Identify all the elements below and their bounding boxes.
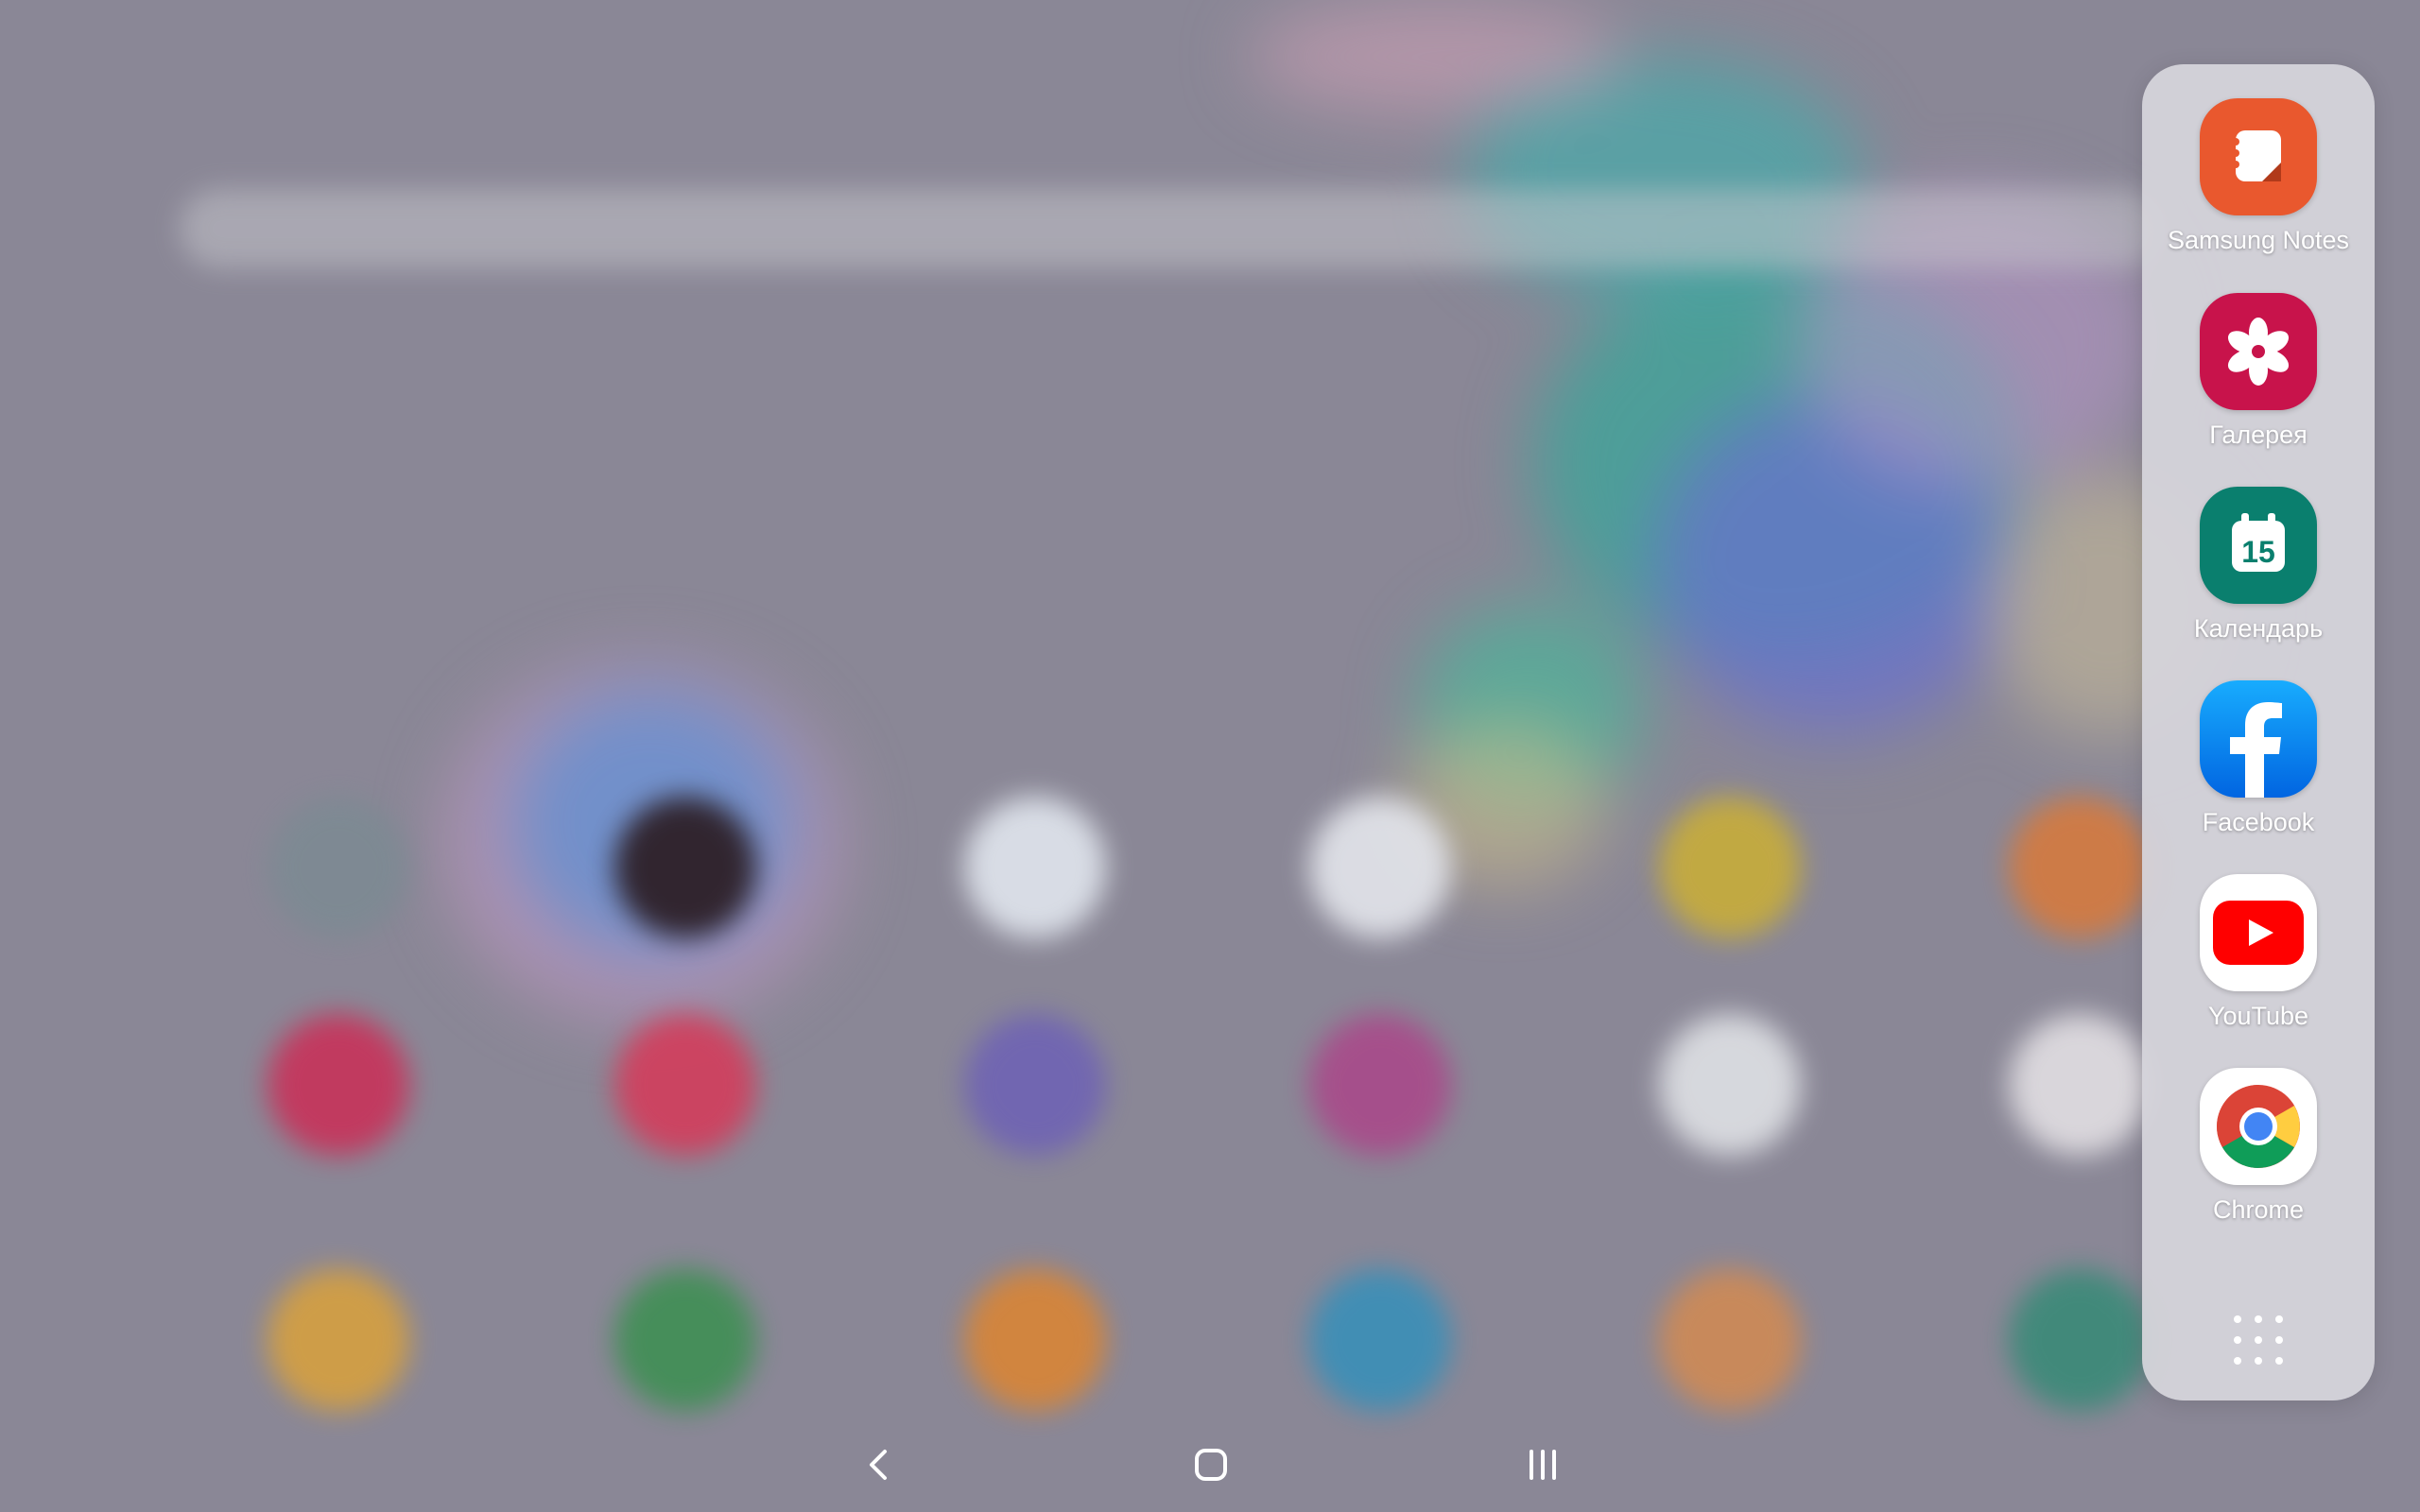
app-label: Samsung Notes — [2167, 226, 2350, 254]
home-button[interactable] — [1154, 1418, 1268, 1512]
recents-button[interactable] — [1486, 1418, 1599, 1512]
search-bar — [180, 189, 2165, 268]
app-label: Chrome — [2212, 1195, 2305, 1224]
chrome-icon — [2200, 1068, 2317, 1185]
navigation-bar — [0, 1418, 2420, 1512]
app-youtube[interactable]: YouTube — [2142, 874, 2375, 1031]
home-icon — [1195, 1449, 1227, 1481]
home-screen: Samsung Notes Галерея 15 Календарь Faceb… — [0, 0, 2420, 1512]
recents-icon — [1530, 1450, 1556, 1480]
calendar-icon: 15 — [2200, 487, 2317, 604]
app-gallery[interactable]: Галерея — [2142, 293, 2375, 450]
all-apps-button[interactable] — [2211, 1293, 2306, 1387]
samsung-notes-icon — [2200, 98, 2317, 215]
app-label: YouTube — [2207, 1002, 2309, 1030]
app-label: Календарь — [2193, 614, 2324, 643]
back-button[interactable] — [822, 1418, 936, 1512]
app-chrome[interactable]: Chrome — [2142, 1068, 2375, 1225]
app-facebook[interactable]: Facebook — [2142, 680, 2375, 837]
gallery-icon — [2200, 293, 2317, 410]
app-label: Галерея — [2209, 421, 2308, 449]
app-samsung-notes[interactable]: Samsung Notes — [2142, 98, 2375, 255]
apps-grid-icon — [2234, 1315, 2283, 1365]
back-icon — [870, 1450, 887, 1480]
edge-panel: Samsung Notes Галерея 15 Календарь Faceb… — [2142, 64, 2375, 1400]
youtube-icon — [2200, 874, 2317, 991]
blurred-home-content — [0, 0, 2420, 1512]
app-label: Facebook — [2202, 808, 2315, 836]
facebook-icon — [2200, 680, 2317, 798]
app-calendar[interactable]: 15 Календарь — [2142, 487, 2375, 644]
calendar-day: 15 — [2241, 535, 2275, 569]
